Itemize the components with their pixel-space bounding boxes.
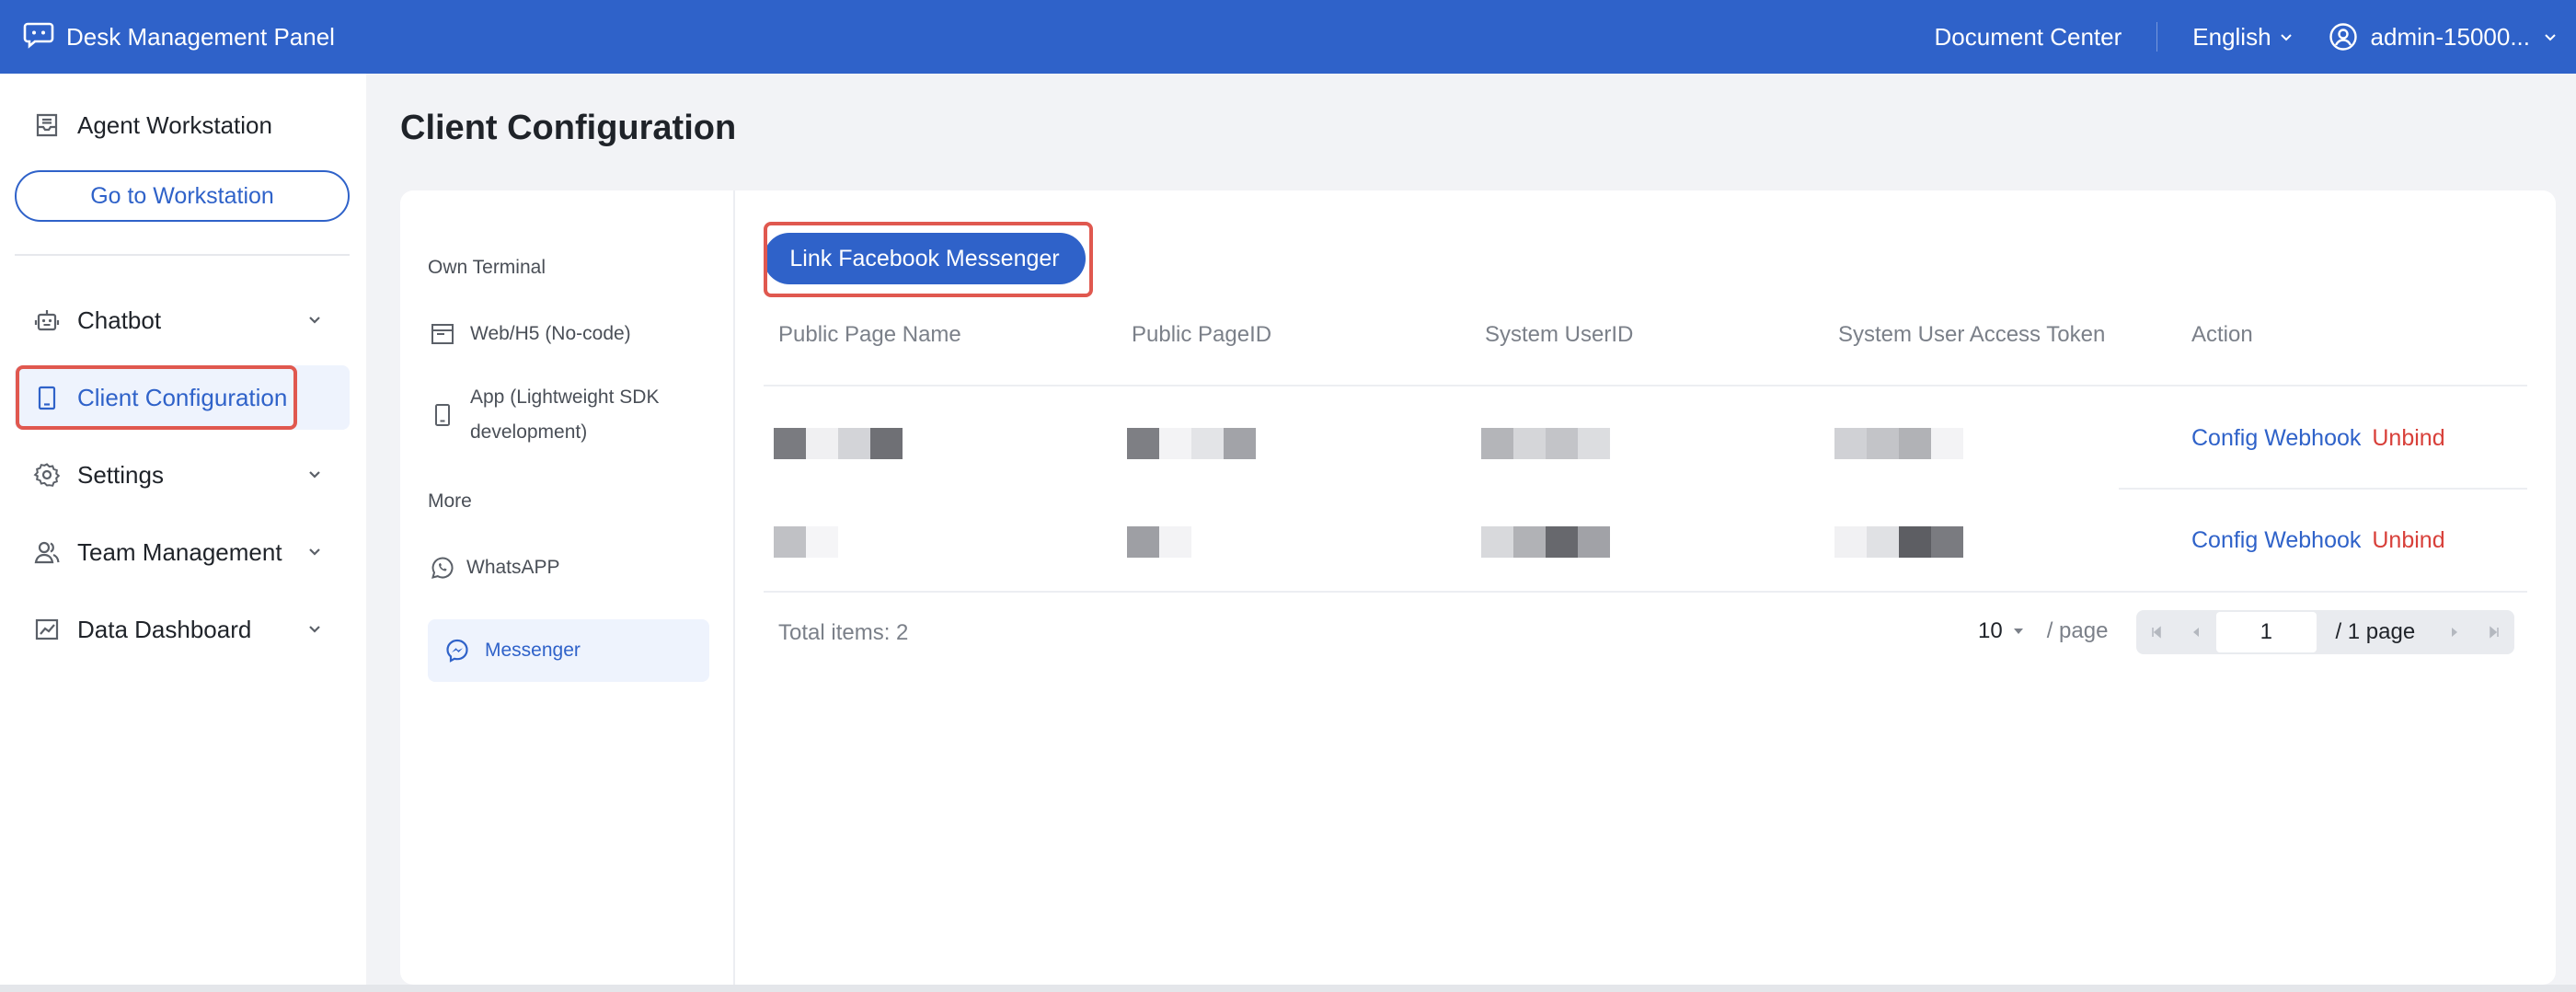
- redacted-value: [774, 526, 838, 558]
- robot-icon: [31, 305, 63, 336]
- nav-item-label-line2: development): [470, 421, 588, 443]
- bottom-edge: [0, 985, 2576, 992]
- page-size-unit: / page: [2046, 618, 2109, 643]
- redacted-value: [1834, 526, 1963, 558]
- tablet-icon: [31, 382, 63, 413]
- sidebar-item-label: Client Configuration: [77, 383, 288, 411]
- brand-title: Desk Management Panel: [66, 22, 335, 51]
- nav-item-messenger[interactable]: Messenger: [428, 619, 709, 682]
- chevron-down-icon: [309, 471, 320, 479]
- redacted-value: [1481, 526, 1610, 558]
- nav-group-own-terminal: Own Terminal: [428, 257, 546, 278]
- next-page-icon[interactable]: [2434, 610, 2474, 654]
- language-selector[interactable]: English: [2157, 23, 2328, 52]
- total-items: Total items: 2: [778, 620, 908, 646]
- user-icon: [2329, 23, 2357, 51]
- sidebar-item-label: Team Management: [77, 537, 282, 566]
- chart-icon: [31, 614, 63, 645]
- user-name: admin-15000...: [2370, 22, 2530, 51]
- sidebar-item-settings[interactable]: Settings: [15, 443, 350, 507]
- unbind-link[interactable]: Unbind: [2372, 527, 2444, 553]
- inbox-icon: [31, 110, 63, 141]
- chat-bubble-icon: [22, 17, 55, 57]
- nav-group-more: More: [428, 490, 472, 512]
- unbind-link[interactable]: Unbind: [2372, 425, 2444, 451]
- column-header-system-user-id: System UserID: [1485, 322, 1634, 347]
- sidebar-item-data-dashboard[interactable]: Data Dashboard: [15, 597, 350, 662]
- row-actions: Config Webhook Unbind: [2191, 527, 2445, 554]
- sidebar-item-label: Data Dashboard: [77, 615, 252, 643]
- first-page-icon[interactable]: [2136, 610, 2176, 654]
- redacted-value: [1481, 428, 1610, 459]
- chevron-down-icon: [2280, 34, 2292, 41]
- divider: [764, 591, 2527, 593]
- brand[interactable]: Desk Management Panel: [22, 0, 335, 74]
- page-title: Client Configuration: [400, 109, 737, 147]
- divider: [2119, 488, 2527, 490]
- sidebar-item-label: Chatbot: [77, 306, 162, 334]
- sidebar: Agent Workstation Go to Workstation Chat…: [0, 74, 366, 985]
- redacted-value: [1834, 428, 1963, 459]
- gear-icon: [31, 459, 63, 490]
- page-size-selector[interactable]: 10 / page: [1978, 618, 2108, 644]
- document-center-link[interactable]: Document Center: [1900, 23, 2157, 52]
- go-to-workstation-button[interactable]: Go to Workstation: [15, 170, 350, 222]
- page-size-value: 10: [1978, 618, 2003, 643]
- team-icon: [31, 536, 63, 568]
- content-card: Own Terminal Web/H5 (No-code) App (Light…: [400, 190, 2556, 985]
- sidebar-item-label: Agent Workstation: [77, 110, 272, 139]
- browser-icon: [428, 319, 457, 349]
- column-header-action: Action: [2191, 322, 2253, 347]
- column-header-public-page-name: Public Page Name: [778, 322, 961, 347]
- redacted-value: [774, 428, 903, 459]
- redacted-value: [1127, 428, 1256, 459]
- sidebar-item-team-management[interactable]: Team Management: [15, 520, 350, 584]
- user-menu[interactable]: admin-15000...: [2329, 22, 2558, 52]
- whatsapp-icon: [428, 553, 457, 583]
- sidebar-item-client-configuration[interactable]: Client Configuration: [15, 365, 350, 430]
- channel-nav: Own Terminal Web/H5 (No-code) App (Light…: [400, 190, 735, 985]
- sidebar-item-label: Settings: [77, 460, 164, 489]
- top-bar: Desk Management Panel Document Center En…: [0, 0, 2576, 74]
- link-facebook-messenger-button[interactable]: Link Facebook Messenger: [764, 233, 1086, 284]
- prev-page-icon[interactable]: [2176, 610, 2215, 654]
- phone-icon: [428, 400, 457, 430]
- nav-item-label-line1: App (Lightweight SDK: [470, 386, 660, 408]
- nav-item-app[interactable]: App (Lightweight SDK development): [428, 378, 709, 452]
- sidebar-item-chatbot[interactable]: Chatbot: [15, 288, 350, 352]
- row-actions: Config Webhook Unbind: [2191, 425, 2445, 452]
- total-items-value: 2: [896, 620, 909, 645]
- last-page-icon[interactable]: [2475, 610, 2514, 654]
- pagination: 1 / 1 page: [2136, 610, 2514, 654]
- page-number-input[interactable]: 1: [2215, 612, 2317, 652]
- config-webhook-link[interactable]: Config Webhook: [2191, 425, 2361, 451]
- chevron-down-icon: [309, 626, 320, 633]
- nav-item-whatsapp[interactable]: WhatsAPP: [428, 548, 709, 588]
- column-header-access-token: System User Access Token: [1838, 322, 2106, 347]
- column-header-public-page-id: Public PageID: [1132, 322, 1272, 347]
- caret-down-icon: [2013, 629, 2023, 634]
- nav-item-label: Messenger: [485, 640, 581, 661]
- divider: [15, 254, 350, 256]
- language-label: English: [2192, 22, 2271, 51]
- divider: [764, 385, 2527, 386]
- chevron-down-icon: [309, 317, 320, 324]
- nav-item-label: WhatsAPP: [466, 557, 560, 578]
- nav-item-label: App (Lightweight SDK development): [470, 380, 659, 450]
- total-pages: / 1 page: [2335, 619, 2416, 644]
- sidebar-item-agent-workstation[interactable]: Agent Workstation: [15, 93, 350, 157]
- chevron-down-icon: [309, 548, 320, 556]
- nav-item-web-h5[interactable]: Web/H5 (No-code): [428, 314, 709, 354]
- total-items-label: Total items:: [778, 620, 891, 645]
- messenger-icon: [443, 636, 472, 665]
- chevron-down-icon: [2545, 34, 2556, 41]
- config-webhook-link[interactable]: Config Webhook: [2191, 527, 2361, 553]
- redacted-value: [1127, 526, 1191, 558]
- nav-item-label: Web/H5 (No-code): [470, 323, 631, 344]
